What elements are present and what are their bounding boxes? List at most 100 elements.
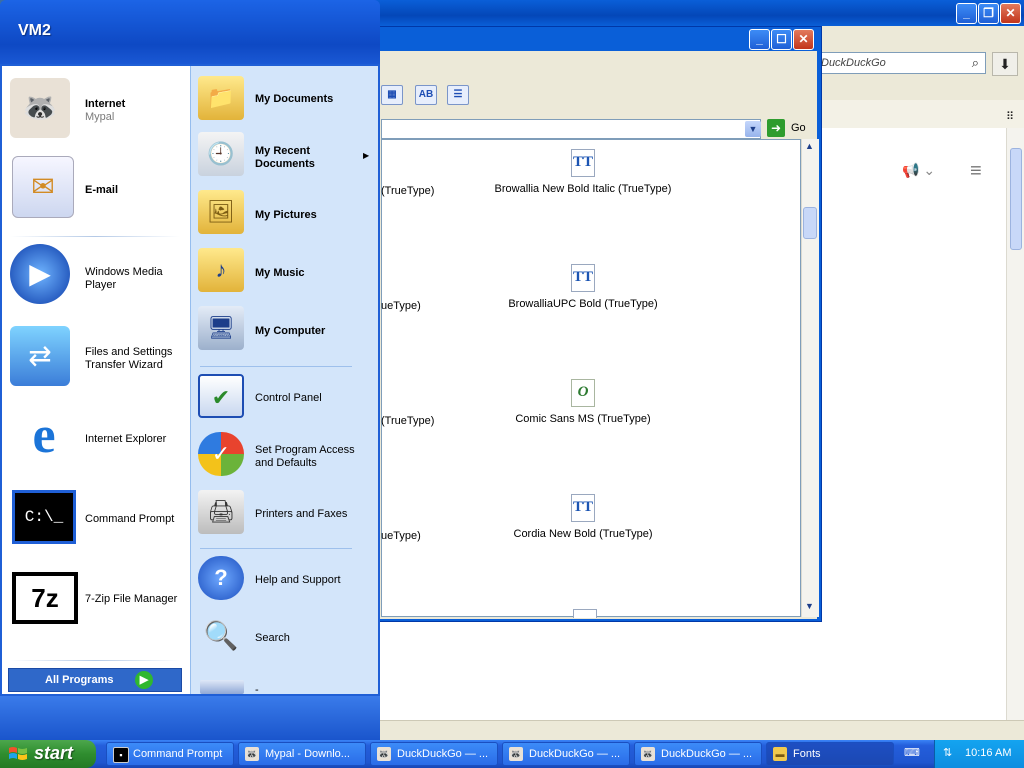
- help-and-support[interactable]: ? Help and Support: [196, 554, 376, 608]
- system-printers[interactable]: 🖨 Printers and Faxes: [196, 488, 376, 542]
- task-label: DuckDuckGo — ...: [661, 748, 753, 760]
- program-internet-explorer[interactable]: e Internet Explorer: [8, 404, 186, 474]
- pinned-email[interactable]: ✉ E-mail: [8, 152, 186, 228]
- place-label: My Music: [255, 267, 305, 279]
- place-label: My Computer: [255, 325, 326, 337]
- pinned-title: E-mail: [85, 184, 119, 196]
- place-my-documents[interactable]: 📁 My Documents: [196, 74, 376, 126]
- program-access-icon: ✓: [198, 432, 244, 476]
- start-menu: VM2 🦝 Internet Mypal ✉ E-mail ▶ Windows …: [0, 0, 380, 740]
- folder-icon: ▬: [773, 747, 787, 761]
- system-label: and Defaults: [255, 457, 317, 469]
- font-item[interactable]: TT Cordia New Bold (TrueType): [483, 494, 683, 540]
- 7zip-icon: 7z: [12, 572, 78, 624]
- task-mypal[interactable]: 🦝 Mypal - Downlo...: [238, 742, 366, 766]
- raccoon-icon: 🦝: [377, 747, 391, 761]
- fonts-maximize-button[interactable]: ☐: [771, 29, 792, 50]
- divider: [10, 660, 180, 661]
- font-item[interactable]: TT Browallia New Bold Italic (TrueType): [483, 149, 683, 195]
- program-transfer-wizard[interactable]: ⇄ Files and Settings Transfer Wizard: [8, 324, 186, 390]
- pinned-internet[interactable]: 🦝 Internet Mypal: [8, 76, 186, 146]
- system-label: Set Program Access: [255, 444, 355, 456]
- computer-icon: 🖥: [198, 306, 244, 350]
- font-item[interactable]: TT BrowalliaUPC Bold (TrueType): [483, 264, 683, 310]
- font-item-partial[interactable]: (TrueType): [381, 185, 434, 197]
- go-arrow-icon[interactable]: ➜: [767, 119, 785, 137]
- program-windows-media-player[interactable]: ▶ Windows Media Player: [8, 242, 186, 316]
- font-item[interactable]: O Comic Sans MS (TrueType): [483, 379, 683, 425]
- start-label: start: [34, 743, 74, 763]
- system-tray: ⇅ 10:16 AM: [934, 740, 1024, 768]
- scroll-up-icon[interactable]: ▲: [805, 141, 814, 151]
- pictures-folder-icon: 🖼: [198, 190, 244, 234]
- program-label-line: Windows Media: [85, 266, 163, 278]
- place-my-pictures[interactable]: 🖼 My Pictures: [196, 188, 376, 242]
- place-my-music[interactable]: ♪ My Music: [196, 246, 376, 300]
- fonts-minimize-button[interactable]: _: [749, 29, 770, 50]
- help-icon: ?: [198, 556, 244, 600]
- transfer-wizard-icon: ⇄: [10, 326, 70, 386]
- system-label: Control Panel: [255, 392, 322, 404]
- media-player-icon: ▶: [10, 244, 70, 304]
- windows-flag-icon: [9, 747, 27, 760]
- recent-documents-icon: 🕘: [198, 132, 244, 176]
- program-label: Command Prompt: [85, 513, 174, 526]
- help-label: -: [255, 684, 259, 696]
- task-command-prompt[interactable]: ▪ Command Prompt: [106, 742, 234, 766]
- browser-close-button[interactable]: ✕: [1000, 3, 1021, 24]
- details-view-button[interactable]: ☰: [447, 85, 469, 105]
- start-button[interactable]: start: [0, 740, 96, 768]
- overflow-icon[interactable]: ⠿: [1006, 110, 1014, 123]
- font-item-partial[interactable]: ueType): [381, 530, 421, 542]
- system-program-access[interactable]: ✓ Set Program Access and Defaults: [196, 430, 376, 484]
- program-command-prompt[interactable]: C:\_ Command Prompt: [8, 488, 186, 550]
- speaker-icon[interactable]: 📢 ⌄: [902, 162, 935, 179]
- task-label: DuckDuckGo — ...: [397, 748, 489, 760]
- raccoon-icon: 🦝: [509, 747, 523, 761]
- browser-scroll-thumb[interactable]: [1010, 148, 1022, 250]
- printer-icon: 🖨: [198, 490, 244, 534]
- font-item-partial[interactable]: ueType): [381, 300, 421, 312]
- scroll-down-icon[interactable]: ▼: [805, 601, 814, 611]
- run-icon: [200, 680, 244, 694]
- address-bar[interactable]: [381, 119, 761, 139]
- place-my-computer[interactable]: 🖥 My Computer: [196, 304, 376, 358]
- fonts-scroll-thumb[interactable]: [803, 207, 817, 239]
- download-arrow-icon[interactable]: ⬇: [992, 52, 1018, 76]
- browser-minimize-button[interactable]: _: [956, 3, 977, 24]
- fonts-close-button[interactable]: ✕: [793, 29, 814, 50]
- program-7zip[interactable]: 7z 7-Zip File Manager: [8, 568, 186, 630]
- chevron-down-icon[interactable]: ▼: [745, 121, 761, 137]
- place-label: Documents: [255, 158, 315, 170]
- go-button-label[interactable]: Go: [791, 122, 806, 134]
- clock[interactable]: 10:16 AM: [965, 747, 1011, 759]
- font-item-label: BrowalliaUPC Bold (TrueType): [508, 298, 658, 310]
- font-item-partial[interactable]: (TrueType): [381, 415, 434, 427]
- start-menu-header: [0, 0, 380, 64]
- browser-maximize-button[interactable]: ❐: [978, 3, 999, 24]
- pinned-internet-text: Internet Mypal: [85, 98, 125, 124]
- place-label: My Recent: [255, 145, 311, 157]
- hamburger-menu-icon[interactable]: ≡: [970, 160, 982, 183]
- task-fonts[interactable]: ▬ Fonts: [766, 742, 894, 766]
- thumbnails-view-button[interactable]: ▦: [381, 85, 403, 105]
- place-my-recent-documents[interactable]: 🕘 My Recent Documents ▶: [196, 130, 376, 184]
- truetype-font-icon: TT: [571, 264, 595, 292]
- search-item[interactable]: 🔍 Search: [196, 612, 376, 666]
- program-label-line: Player: [85, 279, 117, 291]
- task-duckduckgo-2[interactable]: 🦝 DuckDuckGo — ...: [502, 742, 630, 766]
- task-label: Fonts: [793, 748, 821, 760]
- search-icon[interactable]: ⌕: [972, 55, 979, 71]
- list-view-button[interactable]: AB: [415, 85, 437, 105]
- system-label: Printers and Faxes: [255, 508, 348, 520]
- task-duckduckgo-1[interactable]: 🦝 DuckDuckGo — ...: [370, 742, 498, 766]
- all-programs-button[interactable]: All Programs ▶: [8, 668, 182, 692]
- network-icon[interactable]: ⇅: [943, 746, 957, 760]
- font-item-label: Cordia New Bold (TrueType): [513, 528, 653, 540]
- run-item[interactable]: -: [196, 672, 376, 696]
- magnifier-icon: 🔍: [203, 620, 239, 651]
- task-duckduckgo-3[interactable]: 🦝 DuckDuckGo — ...: [634, 742, 762, 766]
- system-control-panel[interactable]: ✔ Control Panel: [196, 372, 376, 426]
- browser-titlebar: [370, 0, 1024, 26]
- keyboard-icon[interactable]: ⌨: [904, 746, 920, 760]
